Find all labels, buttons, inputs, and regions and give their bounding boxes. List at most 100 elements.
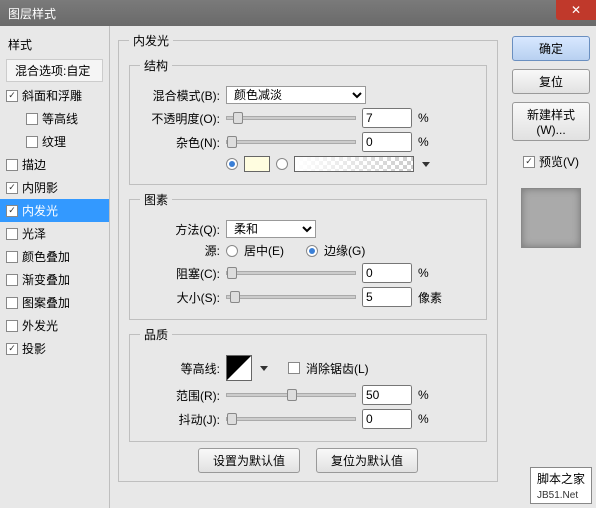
opacity-slider[interactable] — [226, 116, 356, 120]
close-button[interactable]: ✕ — [556, 0, 596, 20]
sidebar-item-1[interactable]: 等高线 — [0, 107, 109, 130]
main-panel: 内发光 结构 混合模式(B): 颜色减淡 不透明度(O): % 杂色(N): — [110, 26, 506, 508]
preview-label: 预览(V) — [539, 153, 579, 170]
antialias-checkbox[interactable] — [288, 362, 300, 374]
sidebar-subheading[interactable]: 混合选项:自定 — [6, 59, 103, 82]
sidebar-item-label: 投影 — [22, 340, 46, 357]
sidebar-item-label: 纹理 — [42, 133, 66, 150]
sidebar-checkbox[interactable] — [6, 159, 18, 171]
blend-mode-select[interactable]: 颜色减淡 — [226, 86, 366, 104]
struct-fieldset: 结构 混合模式(B): 颜色减淡 不透明度(O): % 杂色(N): % — [129, 57, 487, 185]
source-center-label: 居中(E) — [244, 242, 284, 259]
set-default-button[interactable]: 设置为默认值 — [198, 448, 300, 473]
sidebar-item-11[interactable]: 投影 — [0, 337, 109, 360]
sidebar-item-label: 光泽 — [22, 225, 46, 242]
sidebar-checkbox[interactable] — [26, 136, 38, 148]
range-slider[interactable] — [226, 393, 356, 397]
sidebar-item-label: 等高线 — [42, 110, 78, 127]
sidebar-item-label: 内发光 — [22, 202, 58, 219]
opacity-label: 不透明度(O): — [140, 110, 220, 127]
size-unit: 像素 — [418, 289, 442, 306]
jitter-slider[interactable] — [226, 417, 356, 421]
sidebar-item-9[interactable]: 图案叠加 — [0, 291, 109, 314]
preview-checkbox[interactable] — [523, 156, 535, 168]
contour-picker[interactable] — [226, 355, 252, 381]
choke-slider[interactable] — [226, 271, 356, 275]
choke-input[interactable] — [362, 263, 412, 283]
opacity-unit: % — [418, 111, 429, 125]
quality-fieldset: 品质 等高线: 消除锯齿(L) 范围(R): % 抖动(J): — [129, 326, 487, 442]
elements-legend: 图素 — [140, 191, 172, 208]
sidebar-item-label: 渐变叠加 — [22, 271, 70, 288]
sidebar-item-2[interactable]: 纹理 — [0, 130, 109, 153]
sidebar-item-label: 外发光 — [22, 317, 58, 334]
sidebar-checkbox[interactable] — [6, 205, 18, 217]
color-radio[interactable] — [226, 158, 238, 170]
new-style-button[interactable]: 新建样式(W)... — [512, 102, 590, 141]
cancel-button[interactable]: 复位 — [512, 69, 590, 94]
method-label: 方法(Q): — [140, 221, 220, 238]
struct-legend: 结构 — [140, 57, 172, 74]
gradient-drop-icon[interactable] — [422, 162, 430, 167]
sidebar-checkbox[interactable] — [6, 90, 18, 102]
sidebar: 样式 混合选项:自定 斜面和浮雕等高线纹理描边内阴影内发光光泽颜色叠加渐变叠加图… — [0, 26, 110, 508]
sidebar-heading: 样式 — [0, 32, 109, 57]
sidebar-checkbox[interactable] — [6, 251, 18, 263]
source-center-radio[interactable] — [226, 245, 238, 257]
choke-label: 阻塞(C): — [140, 265, 220, 282]
jitter-label: 抖动(J): — [140, 411, 220, 428]
reset-default-button[interactable]: 复位为默认值 — [316, 448, 418, 473]
sidebar-item-7[interactable]: 颜色叠加 — [0, 245, 109, 268]
sidebar-item-label: 内阴影 — [22, 179, 58, 196]
content: 样式 混合选项:自定 斜面和浮雕等高线纹理描边内阴影内发光光泽颜色叠加渐变叠加图… — [0, 26, 596, 508]
jitter-input[interactable] — [362, 409, 412, 429]
range-unit: % — [418, 388, 429, 402]
size-input[interactable] — [362, 287, 412, 307]
sidebar-checkbox[interactable] — [6, 182, 18, 194]
sidebar-item-3[interactable]: 描边 — [0, 153, 109, 176]
sidebar-item-5[interactable]: 内发光 — [0, 199, 109, 222]
source-edge-label: 边缘(G) — [324, 242, 365, 259]
range-input[interactable] — [362, 385, 412, 405]
sidebar-item-8[interactable]: 渐变叠加 — [0, 268, 109, 291]
contour-label: 等高线: — [140, 360, 220, 377]
panel-title: 内发光 — [129, 32, 173, 49]
panel-fieldset: 内发光 结构 混合模式(B): 颜色减淡 不透明度(O): % 杂色(N): — [118, 32, 498, 482]
quality-legend: 品质 — [140, 326, 172, 343]
sidebar-checkbox[interactable] — [6, 320, 18, 332]
source-edge-radio[interactable] — [306, 245, 318, 257]
window-title: 图层样式 — [8, 5, 56, 22]
sidebar-checkbox[interactable] — [6, 228, 18, 240]
size-label: 大小(S): — [140, 289, 220, 306]
sidebar-item-0[interactable]: 斜面和浮雕 — [0, 84, 109, 107]
noise-input[interactable] — [362, 132, 412, 152]
watermark-line2: JB51.Net — [537, 490, 578, 501]
method-select[interactable]: 柔和 — [226, 220, 316, 238]
noise-slider[interactable] — [226, 140, 356, 144]
sidebar-checkbox[interactable] — [6, 274, 18, 286]
color-swatch[interactable] — [244, 156, 270, 172]
noise-label: 杂色(N): — [140, 134, 220, 151]
titlebar: 图层样式 ✕ — [0, 0, 596, 26]
gradient-radio[interactable] — [276, 158, 288, 170]
watermark-line1: 脚本之家 — [537, 470, 585, 487]
sidebar-item-6[interactable]: 光泽 — [0, 222, 109, 245]
blend-label: 混合模式(B): — [140, 87, 220, 104]
range-label: 范围(R): — [140, 387, 220, 404]
antialias-label: 消除锯齿(L) — [306, 360, 369, 377]
gradient-picker[interactable] — [294, 156, 414, 172]
sidebar-item-10[interactable]: 外发光 — [0, 314, 109, 337]
choke-unit: % — [418, 266, 429, 280]
sidebar-item-label: 颜色叠加 — [22, 248, 70, 265]
close-icon: ✕ — [571, 3, 581, 17]
sidebar-item-4[interactable]: 内阴影 — [0, 176, 109, 199]
sidebar-checkbox[interactable] — [26, 113, 38, 125]
preview-swatch — [521, 188, 581, 248]
sidebar-checkbox[interactable] — [6, 297, 18, 309]
rightbar: 确定 复位 新建样式(W)... 预览(V) — [506, 26, 596, 508]
size-slider[interactable] — [226, 295, 356, 299]
ok-button[interactable]: 确定 — [512, 36, 590, 61]
contour-drop-icon[interactable] — [260, 366, 268, 371]
opacity-input[interactable] — [362, 108, 412, 128]
sidebar-checkbox[interactable] — [6, 343, 18, 355]
